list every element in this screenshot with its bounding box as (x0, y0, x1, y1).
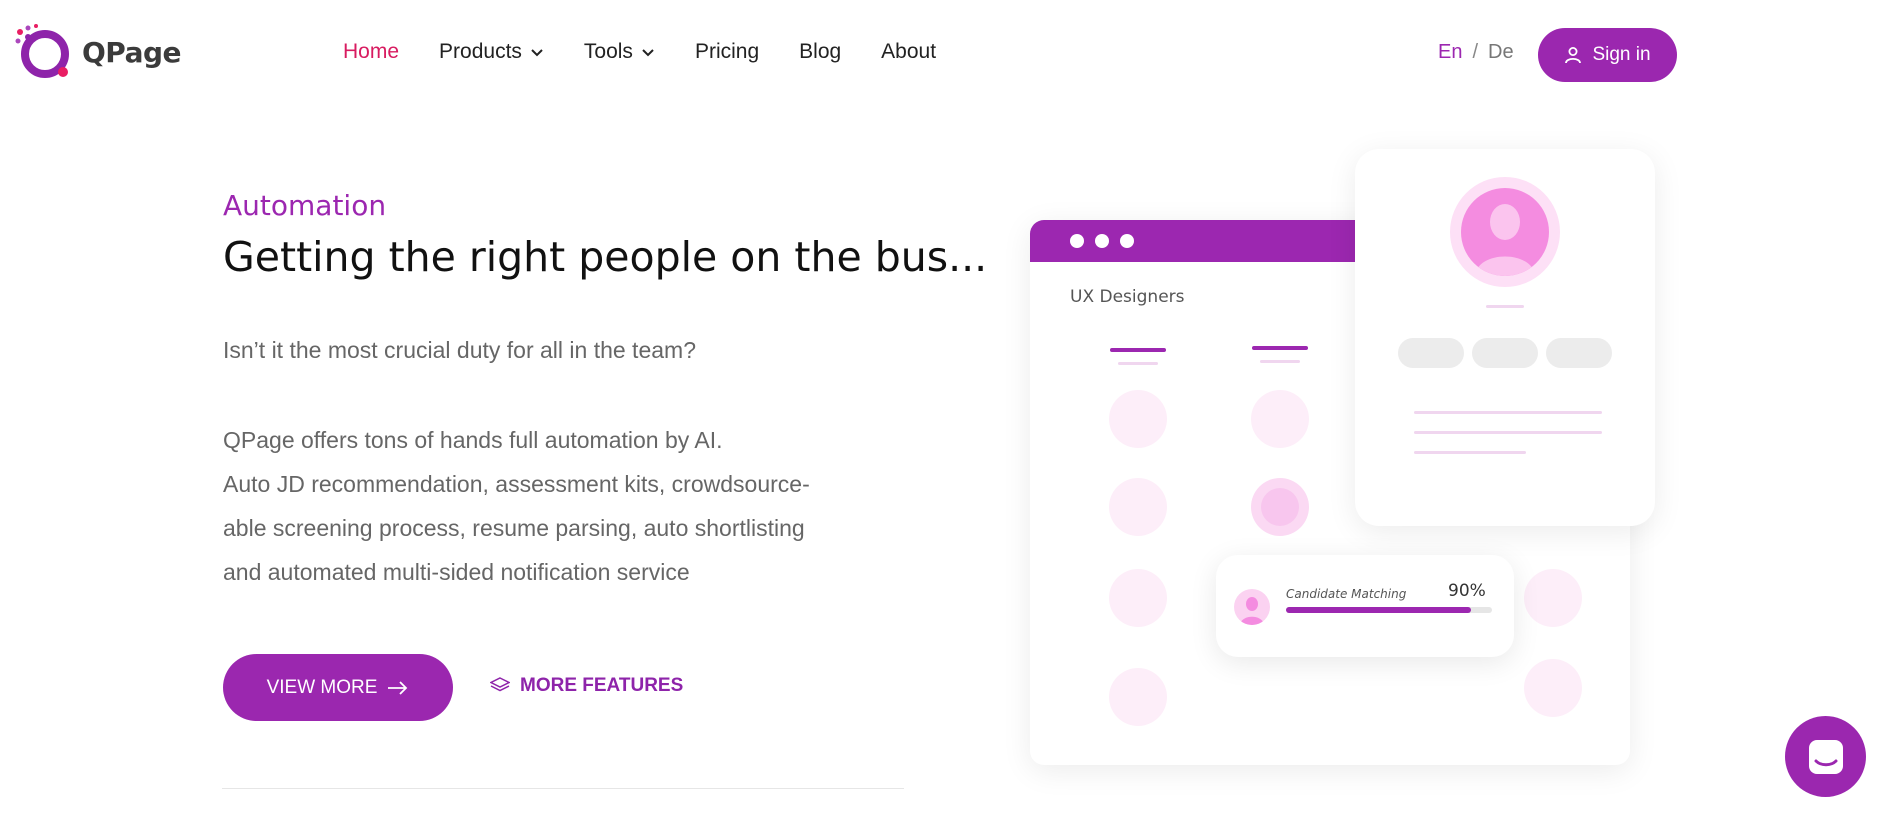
nav-item-blog-label: Blog (799, 40, 842, 63)
candidate-placeholder (1524, 659, 1582, 717)
chevron-down-icon (531, 49, 543, 57)
profile-tag (1546, 338, 1612, 368)
profile-card-illustration (1355, 149, 1655, 526)
person-icon (1475, 204, 1535, 276)
page-title: Getting the right people on the bus... (223, 233, 988, 281)
window-dot-icon (1070, 234, 1084, 248)
description: QPage offers tons of hands full automati… (223, 418, 863, 594)
nav-item-pricing[interactable]: Pricing (695, 40, 759, 64)
nav-item-pricing-label: Pricing (694, 40, 760, 63)
lang-separator: / (1472, 41, 1479, 63)
avatar (1234, 589, 1270, 625)
profile-tag (1398, 338, 1464, 368)
arrow-right-icon (388, 680, 408, 695)
description-line: QPage offers tons of hands full automati… (223, 427, 723, 453)
candidate-placeholder (1251, 390, 1309, 448)
nav-item-about-label: About (881, 40, 937, 63)
avatar (1461, 188, 1549, 276)
nav-item-products-label: Products (439, 40, 522, 63)
nav-item-tools-label: Tools (583, 40, 633, 63)
description-line: able screening process, resume parsing, … (223, 515, 805, 541)
candidate-placeholder (1261, 488, 1299, 526)
top-navigation: QPage Home Products Tools Pricing Blog A… (0, 0, 1885, 108)
matching-percent: 90% (1448, 581, 1486, 601)
candidate-placeholder (1109, 569, 1167, 627)
sign-in-label: Sign in (1592, 44, 1651, 65)
logo[interactable]: QPage (14, 22, 182, 82)
profile-name-line (1486, 305, 1524, 308)
candidate-placeholder (1109, 478, 1167, 536)
profile-text-line (1414, 431, 1602, 434)
nav-item-home[interactable]: Home (343, 40, 399, 64)
board-title: UX Designers (1070, 287, 1185, 307)
sign-in-button[interactable]: Sign in (1538, 28, 1677, 82)
chat-icon (1808, 739, 1843, 774)
more-features-link[interactable]: MORE FEATURES (490, 675, 683, 697)
column-header-subline (1118, 362, 1158, 365)
user-icon (1565, 47, 1582, 64)
nav-item-blog[interactable]: Blog (799, 40, 841, 64)
logo-mark-icon (14, 22, 74, 82)
description-line: and automated multi-sided notification s… (223, 559, 690, 585)
matching-progress-bar (1286, 607, 1492, 613)
section-eyebrow: Automation (223, 189, 387, 222)
section-divider (222, 788, 904, 789)
profile-text-line (1414, 411, 1602, 414)
language-switcher: En / De (1438, 41, 1514, 64)
matching-progress-fill (1286, 607, 1472, 613)
chat-launcher-button[interactable] (1785, 716, 1866, 797)
person-icon (1240, 597, 1264, 625)
candidate-placeholder (1109, 390, 1167, 448)
column-header-subline (1260, 360, 1300, 363)
chevron-down-icon (642, 49, 654, 57)
candidate-matching-card: Candidate Matching 90% (1216, 555, 1514, 657)
matching-label: Candidate Matching (1286, 587, 1407, 601)
lead-text: Isn’t it the most crucial duty for all i… (223, 337, 696, 363)
column-header-line (1110, 348, 1166, 352)
main-menu: Home Products Tools Pricing Blog About (343, 40, 976, 64)
nav-item-products[interactable]: Products (439, 40, 544, 64)
window-dot-icon (1120, 234, 1134, 248)
logo-text: QPage (82, 35, 182, 69)
view-more-button[interactable]: VIEW MORE (223, 654, 453, 721)
candidate-placeholder (1524, 569, 1582, 627)
nav-item-tools[interactable]: Tools (584, 40, 655, 64)
layers-icon (490, 677, 510, 692)
nav-item-about[interactable]: About (881, 40, 936, 64)
profile-tag (1472, 338, 1538, 368)
candidate-placeholder (1109, 668, 1167, 726)
description-line: Auto JD recommendation, assessment kits,… (223, 471, 810, 497)
more-features-label: MORE FEATURES (520, 675, 684, 696)
window-dot-icon (1095, 234, 1109, 248)
lang-de-link[interactable]: De (1488, 41, 1514, 64)
column-header-line (1252, 346, 1308, 350)
profile-text-line (1414, 451, 1526, 454)
nav-item-home-label: Home (343, 40, 400, 63)
lang-en-link[interactable]: En (1438, 41, 1462, 64)
view-more-label: VIEW MORE (266, 676, 378, 698)
